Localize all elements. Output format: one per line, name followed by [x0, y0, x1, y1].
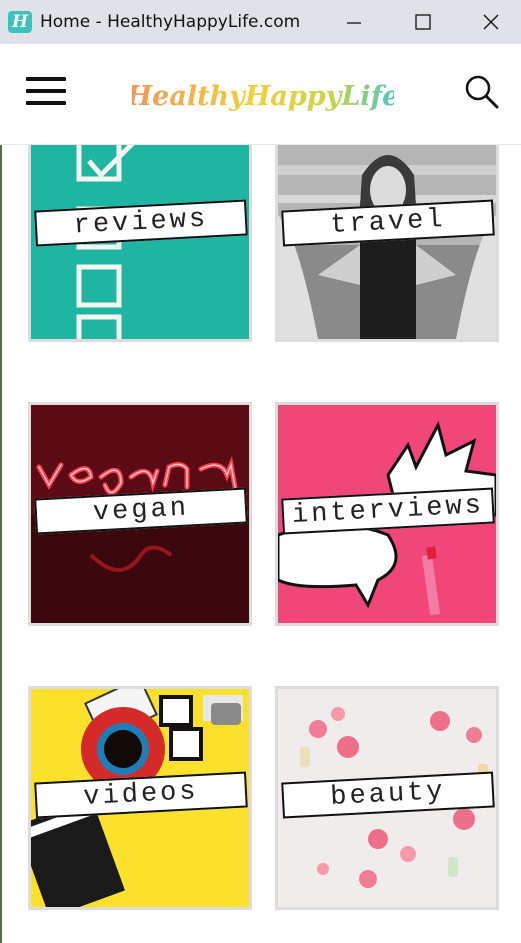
maximize-button[interactable] — [400, 0, 446, 44]
category-grid: reviews travel vegan interviews videos b… — [0, 145, 521, 943]
maximize-icon — [415, 14, 431, 30]
app-icon: H — [8, 11, 32, 33]
category-tile-interviews[interactable]: interviews — [275, 402, 499, 626]
category-tile-reviews[interactable]: reviews — [28, 145, 252, 342]
category-tile-beauty[interactable]: beauty — [275, 686, 499, 910]
close-button[interactable] — [468, 0, 514, 44]
logo-text: HealthyHappyLife — [132, 81, 394, 112]
close-icon — [483, 14, 499, 30]
minimize-button[interactable] — [331, 0, 377, 44]
window-titlebar: H Home - HealthyHappyLife.com — [0, 0, 521, 44]
search-icon[interactable] — [462, 73, 500, 111]
window-title: Home - HealthyHappyLife.com — [40, 12, 301, 32]
category-tile-travel[interactable]: travel — [275, 145, 499, 342]
minimize-icon — [347, 22, 361, 24]
category-tile-videos[interactable]: videos — [28, 686, 252, 910]
category-tile-vegan[interactable]: vegan — [28, 402, 252, 626]
hamburger-menu-icon[interactable] — [26, 77, 66, 105]
site-logo[interactable]: HealthyHappyLife — [132, 72, 394, 118]
